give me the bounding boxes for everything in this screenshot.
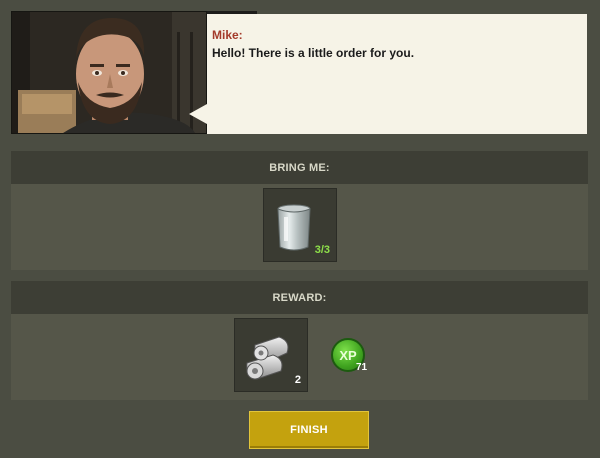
bring-me-panel: 3/3 — [11, 184, 588, 270]
bring-me-header: BRING ME: — [11, 151, 588, 184]
npc-portrait — [11, 11, 207, 134]
speech-bubble-tail — [189, 104, 207, 124]
required-item-quantity: 3/3 — [314, 244, 330, 256]
reward-item-slot[interactable]: 2 — [234, 318, 308, 392]
reward-item-quantity: 2 — [294, 374, 301, 386]
speaker-name: Mike: — [212, 28, 243, 42]
required-item-slot[interactable]: 3/3 — [263, 188, 337, 262]
xp-reward-value: 71 — [356, 362, 368, 373]
speech-bubble: Mike: Hello! There is a little order for… — [189, 14, 587, 134]
dialog-message: Hello! There is a little order for you. — [212, 46, 415, 60]
reward-header: REWARD: — [11, 281, 588, 314]
reward-panel: 2 — [11, 314, 588, 400]
finish-button[interactable]: FINISH — [249, 411, 369, 449]
